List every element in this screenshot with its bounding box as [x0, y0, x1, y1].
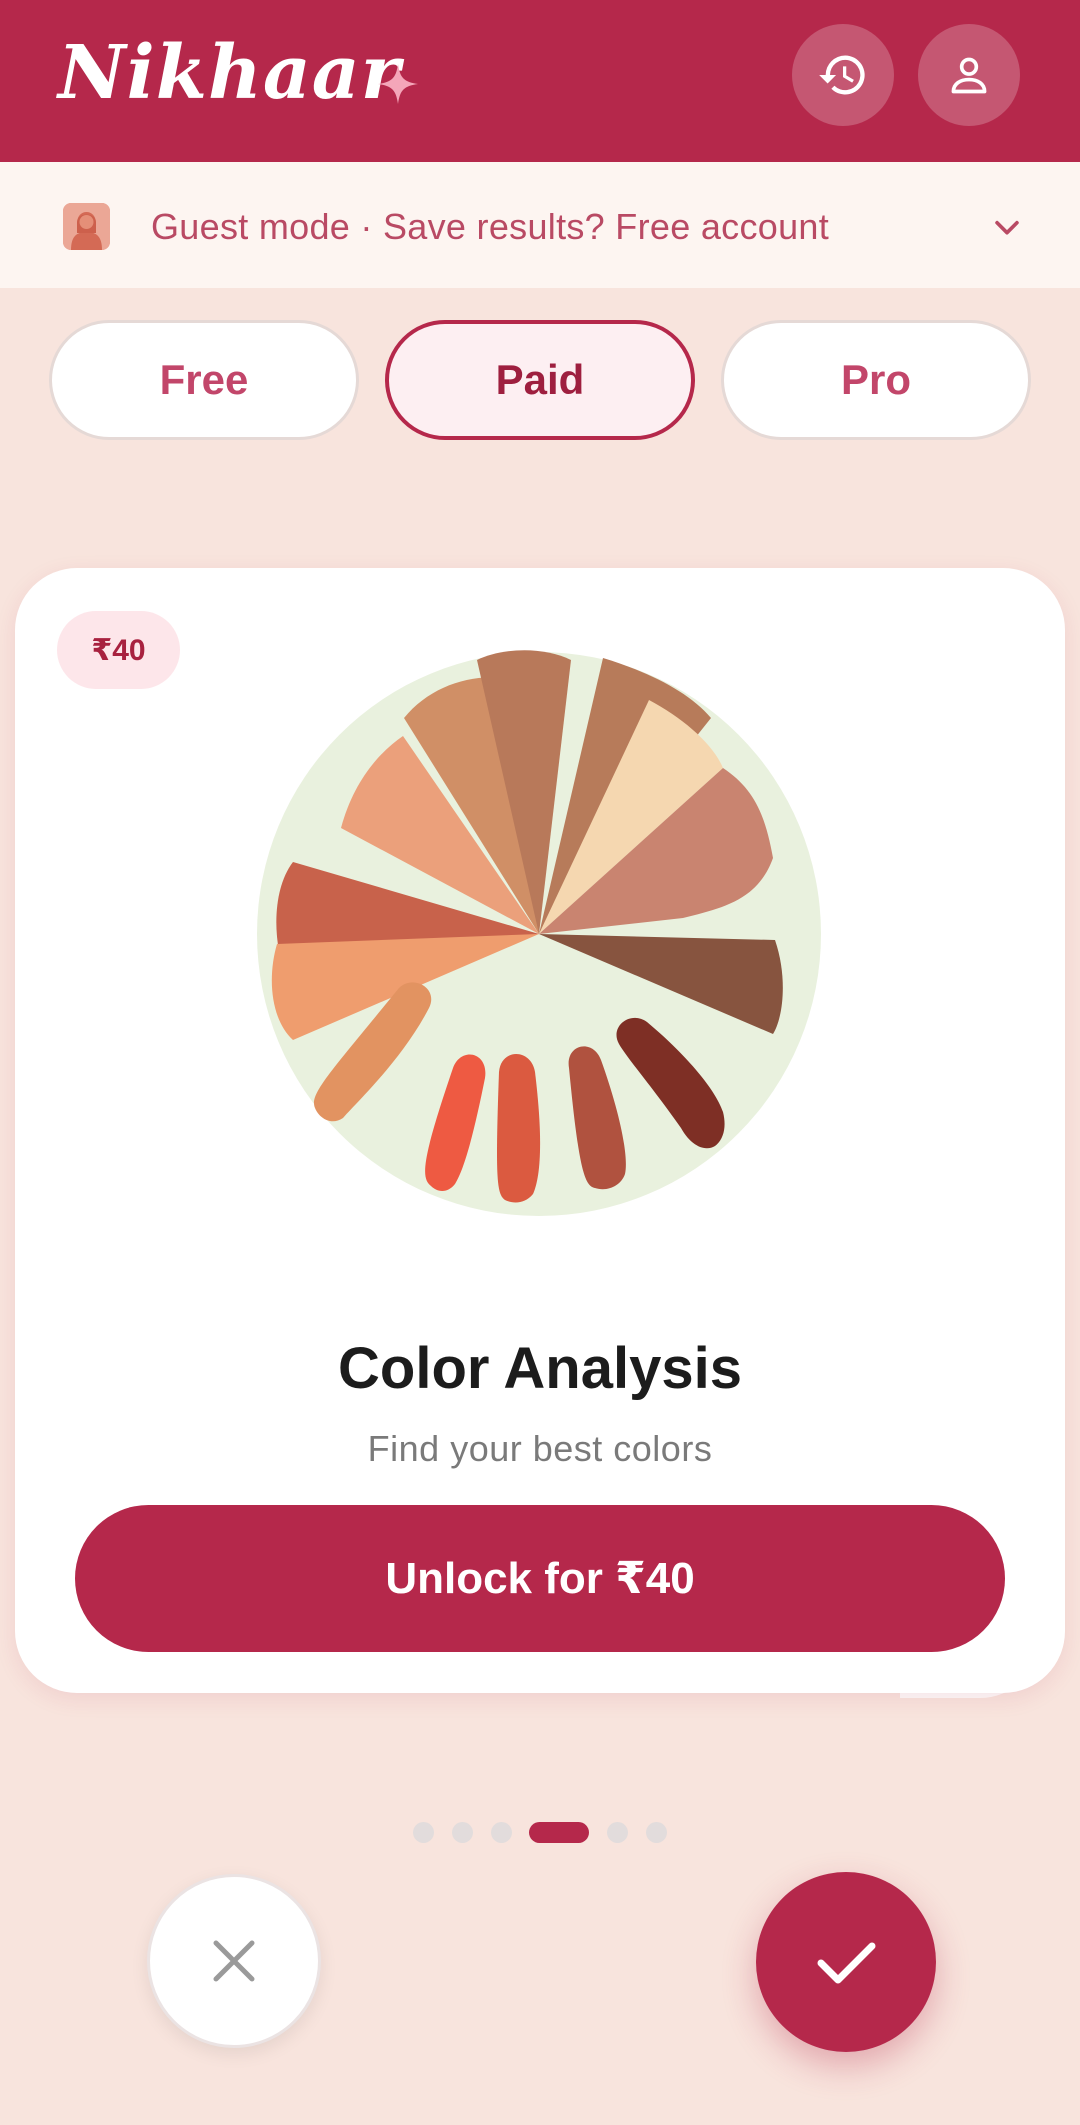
card-title: Color Analysis — [338, 1336, 742, 1401]
sparkle-icon — [378, 64, 418, 104]
chevron-down-icon[interactable] — [990, 210, 1024, 244]
carousel-dot[interactable] — [646, 1822, 667, 1843]
carousel-dot-active[interactable] — [529, 1822, 589, 1843]
card-subtitle: Find your best colors — [367, 1428, 713, 1469]
account-icon — [951, 57, 987, 94]
unlock-button[interactable]: Unlock for ₹40 — [75, 1505, 1005, 1652]
price-badge: ₹40 — [57, 611, 180, 689]
history-icon — [819, 55, 865, 95]
tab-paid[interactable]: Paid — [385, 320, 695, 440]
close-icon — [213, 1940, 255, 1982]
carousel-dot[interactable] — [413, 1822, 434, 1843]
history-button[interactable] — [792, 24, 894, 126]
guest-avatar-icon — [63, 203, 110, 250]
tab-free[interactable]: Free — [49, 320, 359, 440]
app-header: Nikhaar — [0, 0, 1080, 162]
color-palette-wheel — [257, 650, 821, 1216]
accept-button[interactable] — [756, 1872, 936, 2052]
account-button[interactable] — [918, 24, 1020, 126]
dismiss-button[interactable] — [147, 1874, 321, 2048]
carousel-dot[interactable] — [452, 1822, 473, 1843]
app-logo: Nikhaar — [58, 30, 401, 116]
tab-pro[interactable]: Pro — [721, 320, 1031, 440]
carousel-dot[interactable] — [607, 1822, 628, 1843]
check-icon — [817, 1942, 876, 1984]
carousel-dot[interactable] — [491, 1822, 512, 1843]
guest-banner-text: Guest mode · Save results? Free account — [151, 206, 830, 247]
